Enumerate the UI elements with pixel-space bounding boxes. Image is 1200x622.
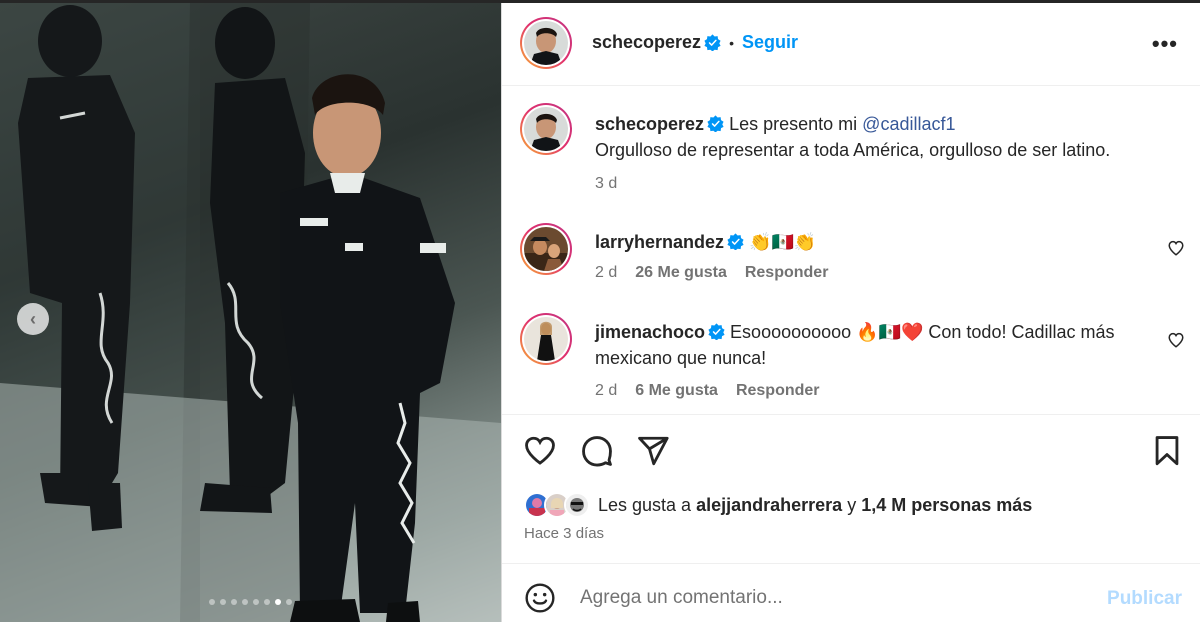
liker-username[interactable]: alejjandraherrera: [696, 495, 842, 516]
header-separator: •: [729, 34, 734, 51]
chevron-left-icon: ‹: [30, 308, 36, 329]
comment-meta: 2 d 26 Me gusta Responder: [595, 264, 828, 282]
emoji-smiley-icon[interactable]: [524, 582, 556, 614]
commenter-avatar[interactable]: [520, 223, 572, 275]
caption-username[interactable]: schecoperez: [595, 114, 704, 134]
carousel-dot: [231, 599, 237, 605]
caption-author-avatar[interactable]: [520, 103, 572, 155]
share-send-icon[interactable]: [636, 434, 670, 468]
carousel-dot: [209, 599, 215, 605]
reply-button[interactable]: Responder: [736, 382, 820, 400]
likes-prefix: Les gusta a: [598, 494, 692, 515]
comments-section: schecoperez Les presento mi @cadillacf1 …: [502, 87, 1200, 414]
caption-body: Orgulloso de representar a toda América,…: [595, 140, 1111, 160]
like-comment-heart-icon[interactable]: [1167, 239, 1185, 257]
caption-time[interactable]: 3 d: [595, 175, 617, 193]
comment-username[interactable]: jimenachoco: [595, 322, 705, 342]
caption-text: schecoperez Les presento mi @cadillacf1 …: [595, 111, 1160, 163]
like-heart-icon[interactable]: [523, 434, 557, 468]
actions-divider: [502, 414, 1200, 415]
comment-like-count[interactable]: 6 Me gusta: [635, 382, 718, 400]
previous-slide-button[interactable]: ‹: [17, 303, 49, 335]
verified-badge-icon: [707, 115, 724, 132]
caption-prefix: Les presento mi: [729, 114, 858, 134]
post-timestamp[interactable]: Hace 3 días: [524, 525, 604, 542]
carousel-dot: [220, 599, 226, 605]
comment-time[interactable]: 2 d: [595, 382, 617, 400]
verified-badge-icon: [727, 233, 744, 250]
publish-button[interactable]: Publicar: [1107, 588, 1182, 610]
caption-mention-link[interactable]: @cadillacf1: [862, 114, 955, 134]
carousel-indicator: [0, 599, 501, 605]
post-header: schecoperez • Seguir •••: [502, 3, 1200, 86]
verified-badge-icon: [708, 323, 725, 340]
comment-text: larryhernandez 👏🇲🇽👏: [595, 229, 1160, 255]
post-photo: [0, 3, 501, 622]
liker-avatars[interactable]: [524, 492, 590, 518]
likes-connector: y: [847, 494, 857, 515]
save-bookmark-icon[interactable]: [1150, 434, 1184, 468]
more-options-button[interactable]: •••: [1152, 31, 1178, 57]
carousel-dot: [275, 599, 281, 605]
comment-like-count[interactable]: 26 Me gusta: [635, 264, 727, 282]
carousel-dot: [253, 599, 259, 605]
follow-button[interactable]: Seguir: [742, 32, 798, 53]
verified-badge-icon: [704, 34, 721, 51]
comment-meta: 2 d 6 Me gusta Responder: [595, 382, 820, 400]
carousel-dot: [264, 599, 270, 605]
liker-avatar: [564, 492, 590, 518]
comment-body: 👏🇲🇽👏: [749, 232, 817, 252]
author-avatar[interactable]: [520, 17, 572, 69]
like-comment-heart-icon[interactable]: [1167, 331, 1185, 349]
comment-username[interactable]: larryhernandez: [595, 232, 724, 252]
carousel-dot: [286, 599, 292, 605]
likes-count-link[interactable]: 1,4 M personas más: [861, 495, 1032, 516]
reply-button[interactable]: Responder: [745, 264, 829, 282]
comment-time[interactable]: 2 d: [595, 264, 617, 282]
likes-summary: Les gusta a alejjandraherrera y 1,4 M pe…: [524, 492, 1032, 518]
comment-bubble-icon[interactable]: [580, 434, 614, 468]
carousel-dot: [242, 599, 248, 605]
author-username[interactable]: schecoperez: [592, 32, 701, 53]
more-options-icon: •••: [1151, 31, 1178, 56]
post-media[interactable]: ‹: [0, 3, 501, 622]
comment-composer: Publicar: [502, 564, 1200, 622]
commenter-avatar[interactable]: [520, 313, 572, 365]
comment-text: jimenachoco Esoooooooooo 🔥🇲🇽❤️ Con todo!…: [595, 319, 1160, 371]
caption-meta: 3 d: [595, 175, 617, 193]
comment-input[interactable]: [580, 582, 1080, 614]
